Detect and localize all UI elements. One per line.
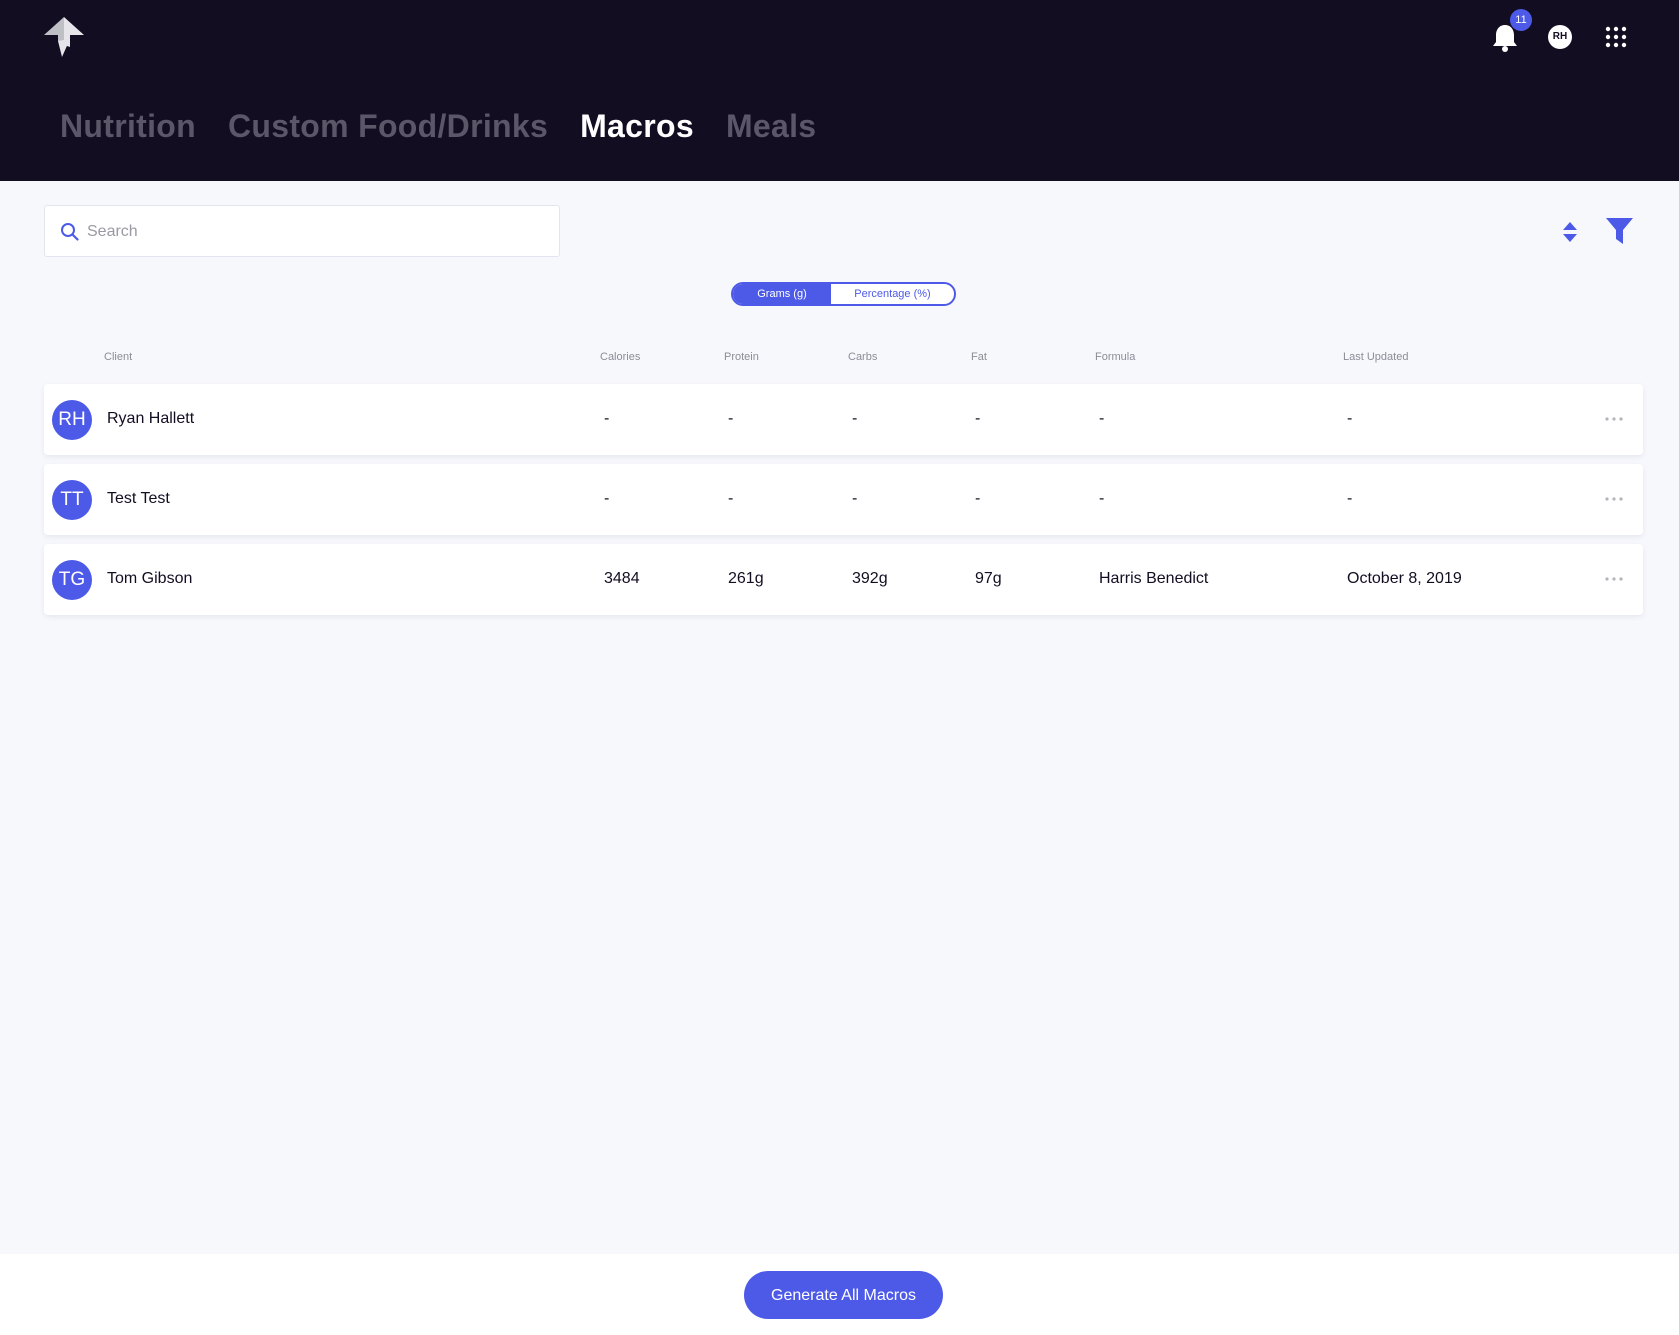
more-icon[interactable] [1604,487,1624,511]
column-header-carbs[interactable]: Carbs [848,351,877,363]
client-name[interactable]: Test Test [107,490,170,508]
calories-cell: - [604,490,610,507]
calories-cell: 3484 [604,570,640,587]
carbs-cell: 392g [852,570,888,587]
grams-toggle-option[interactable]: Grams (g) [733,284,831,304]
notification-badge: 11 [1510,9,1532,31]
fat-cell: - [975,410,981,427]
sort-icon[interactable] [1562,222,1578,242]
column-header-protein[interactable]: Protein [724,351,759,363]
formula-cell: - [1099,410,1105,427]
percentage-toggle-option[interactable]: Percentage (%) [831,284,954,304]
tab-nutrition[interactable]: Nutrition [60,108,196,145]
client-avatar: RH [52,400,92,440]
last-updated-cell: - [1347,490,1353,507]
apps-grid-icon[interactable] [1605,26,1627,48]
user-avatar[interactable]: RH [1548,25,1572,49]
protein-cell: 261g [728,570,764,587]
last-updated-cell: - [1347,410,1353,427]
search-input[interactable] [85,206,549,258]
more-icon[interactable] [1604,567,1624,591]
carbs-cell: - [852,490,858,507]
column-header-fat[interactable]: Fat [971,351,987,363]
unit-toggle: Grams (g) Percentage (%) [731,282,956,306]
calories-cell: - [604,410,610,427]
logo-icon[interactable] [44,17,84,57]
fat-cell: 97g [975,570,1002,587]
footer-bar: Generate All Macros [0,1254,1679,1335]
column-header-client[interactable]: Client [104,351,132,363]
client-name[interactable]: Ryan Hallett [107,410,194,428]
search-icon [61,223,79,241]
carbs-cell: - [852,410,858,427]
column-header-formula[interactable]: Formula [1095,351,1135,363]
filter-icon[interactable] [1606,218,1633,244]
client-avatar: TT [52,480,92,520]
table-row[interactable]: TG Tom Gibson 3484 261g 392g 97g Harris … [44,544,1643,615]
table-row[interactable]: TT Test Test - - - - - - [44,464,1643,535]
generate-all-macros-button[interactable]: Generate All Macros [744,1271,943,1319]
protein-cell: - [728,410,734,427]
more-icon[interactable] [1604,407,1624,431]
fat-cell: - [975,490,981,507]
top-bar: 11 RH Nutrition Custom Food/Drinks Macro… [0,0,1679,181]
table-row[interactable]: RH Ryan Hallett - - - - - - [44,384,1643,455]
formula-cell: - [1099,490,1105,507]
tab-meals[interactable]: Meals [726,108,816,145]
search-box [44,205,560,258]
formula-cell: Harris Benedict [1099,570,1209,587]
column-header-last-updated[interactable]: Last Updated [1343,351,1408,363]
tab-macros[interactable]: Macros [580,108,694,145]
last-updated-cell: October 8, 2019 [1347,570,1462,587]
protein-cell: - [728,490,734,507]
tab-custom-food-drinks[interactable]: Custom Food/Drinks [228,108,548,145]
client-name[interactable]: Tom Gibson [107,570,192,588]
section-tabs: Nutrition Custom Food/Drinks Macros Meal… [60,108,816,145]
client-avatar: TG [52,560,92,600]
column-header-calories[interactable]: Calories [600,351,640,363]
